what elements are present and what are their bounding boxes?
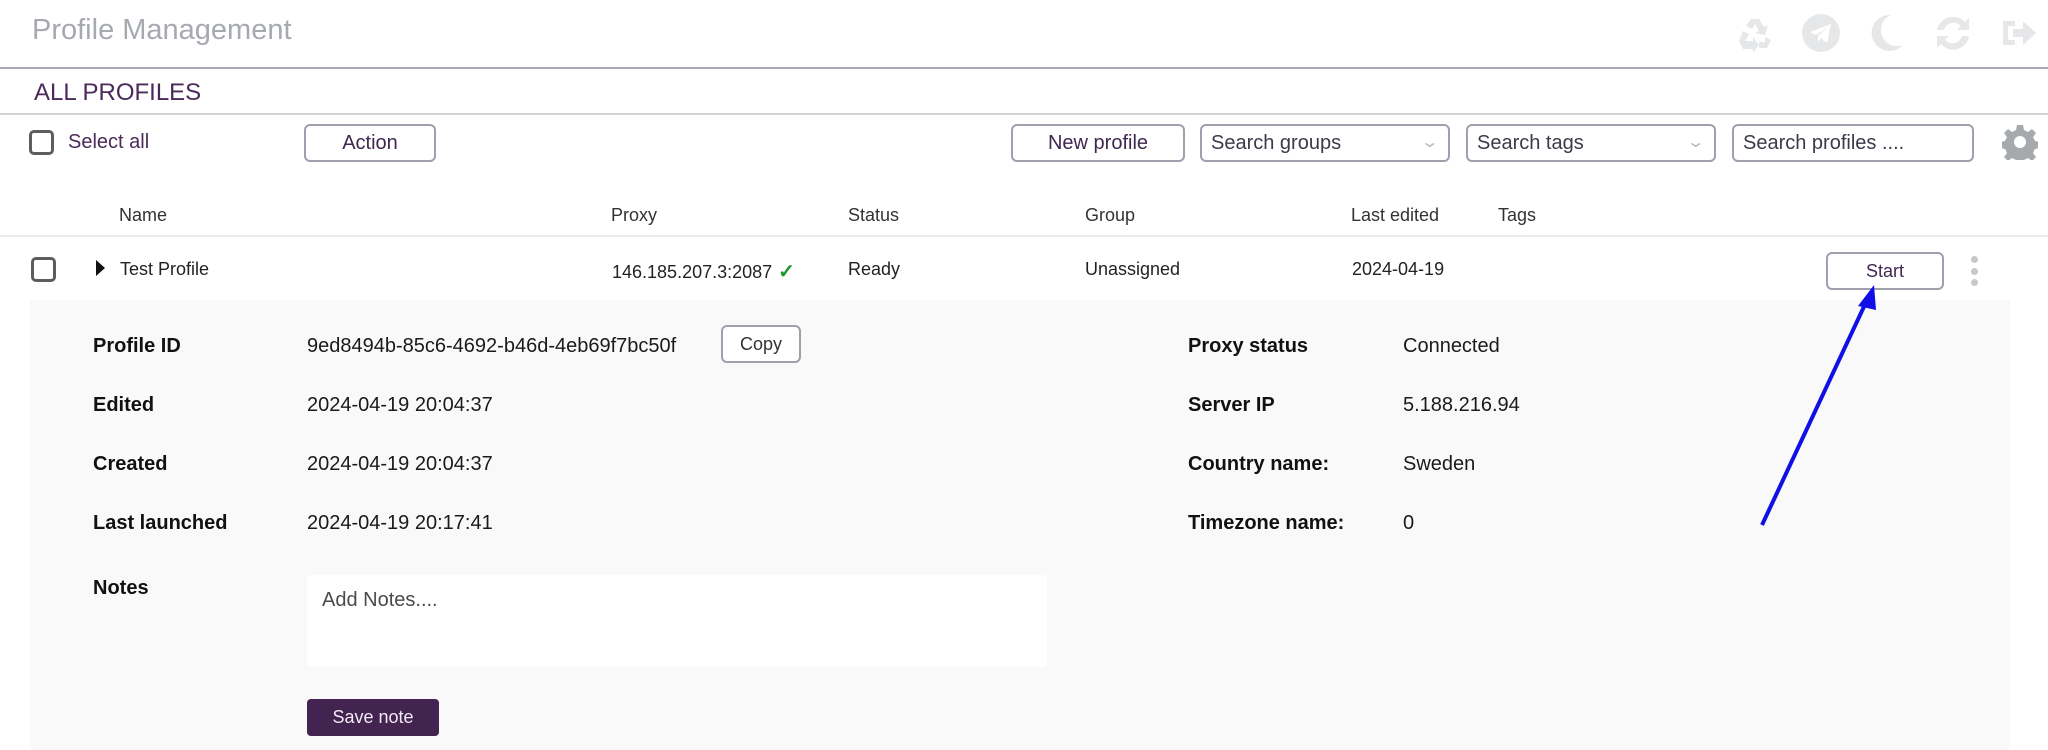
status-badge: Ready (848, 259, 901, 279)
app-title: Profile Management (32, 14, 292, 46)
row-checkbox[interactable] (31, 257, 56, 282)
logout-icon[interactable] (1998, 12, 2040, 54)
proxy-cell: 146.185.207.3:2087 ✓ (612, 259, 795, 284)
profile-details-panel: Profile ID 9ed8494b-85c6-4692-b46d-4eb69… (30, 300, 2010, 750)
refresh-icon[interactable] (1932, 12, 1974, 54)
proxy-address: 146.185.207.3:2087 (612, 262, 773, 282)
edited-label: Edited (93, 394, 155, 416)
start-button[interactable]: Start (1826, 252, 1944, 290)
select-all-checkbox[interactable] (29, 130, 54, 155)
select-all-label[interactable]: Select all (68, 131, 149, 154)
chevron-down-icon: ⌄ (1419, 134, 1439, 151)
column-header-status[interactable]: Status (848, 205, 899, 226)
country-value: Sweden (1403, 453, 1476, 475)
gear-icon[interactable] (2000, 124, 2040, 165)
more-options-icon[interactable] (1966, 256, 1982, 286)
search-groups-placeholder: Search groups (1211, 131, 1342, 154)
last-launched-value: 2024-04-19 20:17:41 (307, 512, 493, 534)
search-tags-dropdown[interactable]: Search tags ⌄ (1466, 124, 1716, 162)
group-cell: Unassigned (1085, 259, 1181, 279)
proxy-status-value: Connected (1403, 335, 1500, 357)
search-profiles-input[interactable] (1732, 124, 1974, 162)
profile-id-value: 9ed8494b-85c6-4692-b46d-4eb69f7bc50f (307, 335, 677, 357)
chevron-down-icon: ⌄ (1685, 134, 1705, 151)
country-label: Country name: (1188, 453, 1330, 475)
server-ip-label: Server IP (1188, 394, 1275, 416)
profile-name[interactable]: Test Profile (120, 259, 209, 280)
edited-value: 2024-04-19 20:04:37 (307, 394, 493, 416)
column-header-proxy[interactable]: Proxy (611, 205, 657, 226)
new-profile-button[interactable]: New profile (1011, 124, 1185, 162)
column-header-tags[interactable]: Tags (1498, 205, 1536, 226)
timezone-value: 0 (1403, 512, 1415, 534)
telegram-icon[interactable] (1800, 12, 1842, 54)
table-header: Name Proxy Status Group Last edited Tags (0, 195, 2048, 237)
section-title: ALL PROFILES (34, 79, 202, 106)
search-groups-dropdown[interactable]: Search groups ⌄ (1200, 124, 1450, 162)
last-launched-label: Last launched (93, 512, 228, 534)
recycle-icon[interactable] (1734, 12, 1776, 54)
save-note-button[interactable]: Save note (307, 699, 439, 736)
created-label: Created (93, 453, 168, 475)
moon-icon[interactable] (1866, 12, 1908, 54)
profile-id-label: Profile ID (93, 335, 181, 357)
section-header: ALL PROFILES (0, 70, 2048, 115)
timezone-label: Timezone name: (1188, 512, 1345, 534)
table-row: Test Profile 146.185.207.3:2087 ✓ Ready U… (0, 238, 2048, 300)
search-tags-placeholder: Search tags (1477, 131, 1584, 154)
column-header-group[interactable]: Group (1085, 205, 1135, 226)
proxy-status-label: Proxy status (1188, 335, 1309, 357)
app-header: Profile Management (0, 0, 2048, 69)
action-button[interactable]: Action (304, 124, 436, 162)
expand-caret-icon[interactable] (96, 260, 105, 276)
notes-textarea[interactable] (307, 575, 1047, 667)
notes-label: Notes (93, 577, 149, 599)
last-edited-cell: 2024-04-19 (1352, 259, 1445, 279)
column-header-last-edited[interactable]: Last edited (1351, 205, 1439, 226)
check-icon: ✓ (778, 261, 795, 283)
server-ip-value: 5.188.216.94 (1403, 394, 1520, 416)
column-header-name[interactable]: Name (119, 205, 167, 226)
copy-button[interactable]: Copy (721, 325, 801, 363)
created-value: 2024-04-19 20:04:37 (307, 453, 493, 475)
header-icon-bar (1734, 12, 2040, 54)
